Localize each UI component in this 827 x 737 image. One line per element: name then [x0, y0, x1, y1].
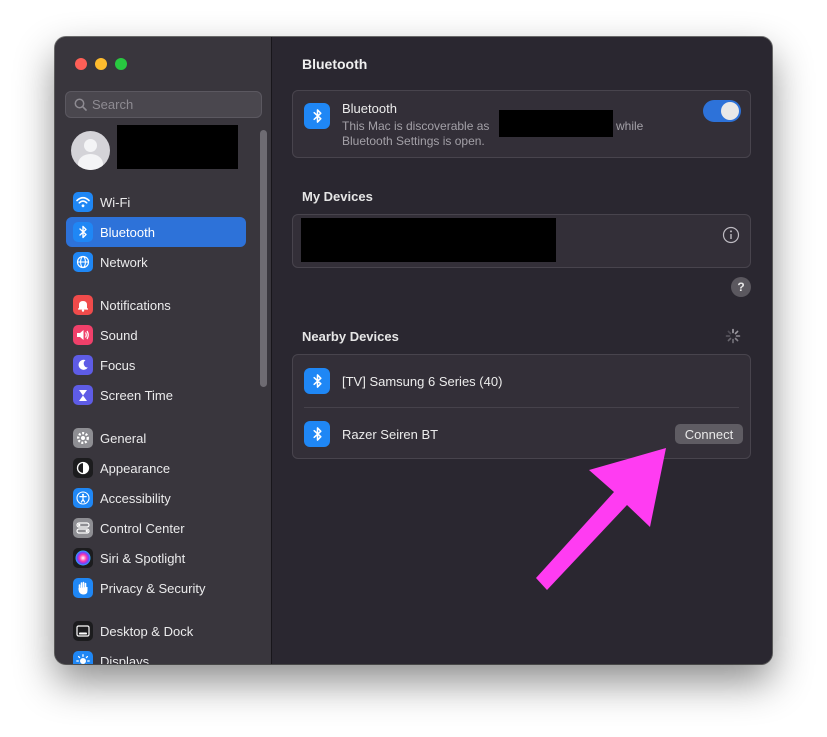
arrow-icon — [536, 448, 666, 590]
